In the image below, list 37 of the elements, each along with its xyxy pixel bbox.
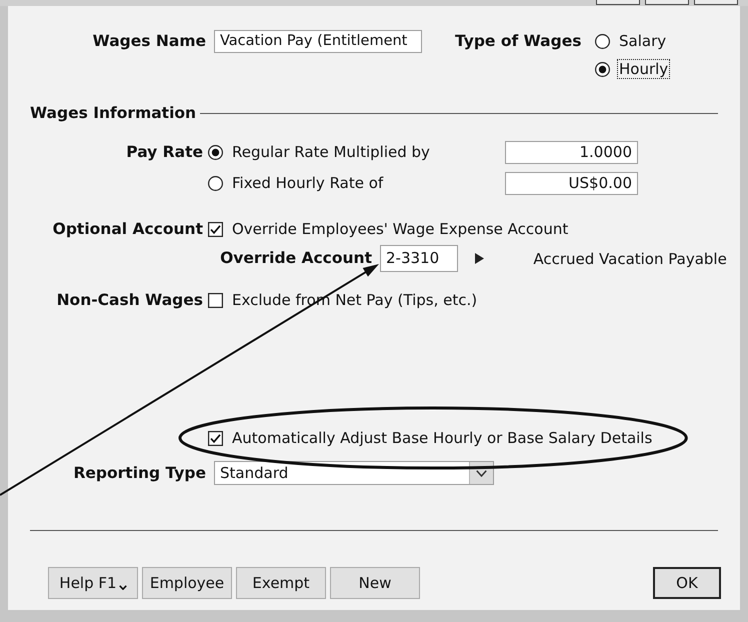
- checkbox-icon[interactable]: [208, 222, 223, 236]
- checkbox-icon[interactable]: [208, 292, 223, 308]
- dialog-button[interactable]: New: [330, 567, 420, 599]
- window-button[interactable]: [596, 0, 640, 5]
- radio-icon[interactable]: [208, 144, 223, 160]
- field-label: Non-Cash Wages: [56, 290, 203, 310]
- radio-icon[interactable]: [595, 34, 610, 48]
- section-heading: Wages Information: [30, 103, 196, 123]
- checkbox-icon[interactable]: [208, 430, 223, 446]
- dialog-button[interactable]: Employee: [142, 567, 232, 599]
- field-label: Wages Name: [92, 31, 206, 52]
- dialog-button[interactable]: Exempt: [236, 567, 326, 599]
- ok-button[interactable]: OK: [653, 567, 721, 599]
- checkbox-option[interactable]: Override Employees' Wage Expense Account: [208, 217, 570, 241]
- radio-icon[interactable]: [595, 62, 610, 76]
- field-label: Type of Wages: [455, 31, 582, 52]
- account-field[interactable]: 2-3310: [380, 245, 458, 272]
- reporting-type-dropdown[interactable]: Standard: [214, 461, 494, 485]
- radio-option[interactable]: Fixed Hourly Rate of: [208, 171, 386, 195]
- field-label: Optional Account: [52, 218, 203, 240]
- radio-option[interactable]: Regular Rate Multiplied by: [208, 140, 432, 164]
- window-button[interactable]: [694, 0, 738, 5]
- field-label: Override Account: [220, 248, 372, 269]
- radio-icon[interactable]: [208, 176, 223, 190]
- triangle-arrow-icon[interactable]: [475, 253, 484, 264]
- help-menu-button[interactable]: Help F1: [48, 567, 138, 599]
- radio-option[interactable]: Salary: [595, 29, 668, 53]
- field-label: Reporting Type: [73, 462, 206, 484]
- rate-field[interactable]: US$0.00: [505, 172, 638, 194]
- rate-field[interactable]: 1.0000: [505, 140, 638, 164]
- field-label: Pay Rate: [126, 142, 203, 162]
- caret-icon: [118, 585, 127, 590]
- checkbox-option[interactable]: Automatically Adjust Base Hourly or Base Salary Details: [208, 426, 654, 450]
- account-name: Accrued Vacation Payable: [533, 250, 728, 268]
- wages-name-field[interactable]: Vacation Pay (Entitlement: [214, 30, 422, 53]
- chevron-down-icon: [476, 470, 487, 476]
- window-button[interactable]: [645, 0, 689, 5]
